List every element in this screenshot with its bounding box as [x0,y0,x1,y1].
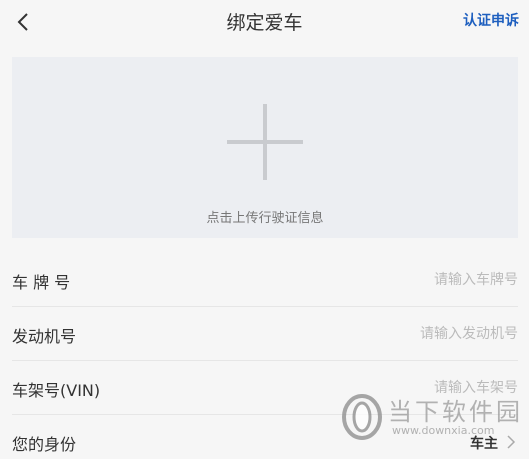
page-title: 绑定爱车 [226,12,303,34]
chevron-right-icon [507,435,516,449]
vin-input[interactable] [298,374,518,402]
plate-label: 车 牌 号 [12,273,71,292]
upload-license-area[interactable]: 点击上传行驶证信息 [12,57,518,238]
identity-row[interactable]: 您的身份 车主 [12,415,518,459]
plate-row: 车 牌 号 [12,253,518,307]
plate-input[interactable] [298,266,518,294]
engine-label: 发动机号 [12,327,77,346]
identity-value[interactable]: 车主 [470,433,498,453]
appeal-link[interactable]: 认证申诉 [463,10,519,30]
vin-row: 车架号(VIN) [12,361,518,415]
header-bar: 绑定爱车 认证申诉 [0,0,529,44]
vin-label: 车架号(VIN) [12,381,101,400]
back-arrow-icon[interactable] [10,8,38,36]
engine-input[interactable] [298,320,518,348]
plus-icon [227,104,303,180]
upload-hint: 点击上传行驶证信息 [206,211,324,226]
identity-label: 您的身份 [12,435,77,454]
engine-row: 发动机号 [12,307,518,361]
